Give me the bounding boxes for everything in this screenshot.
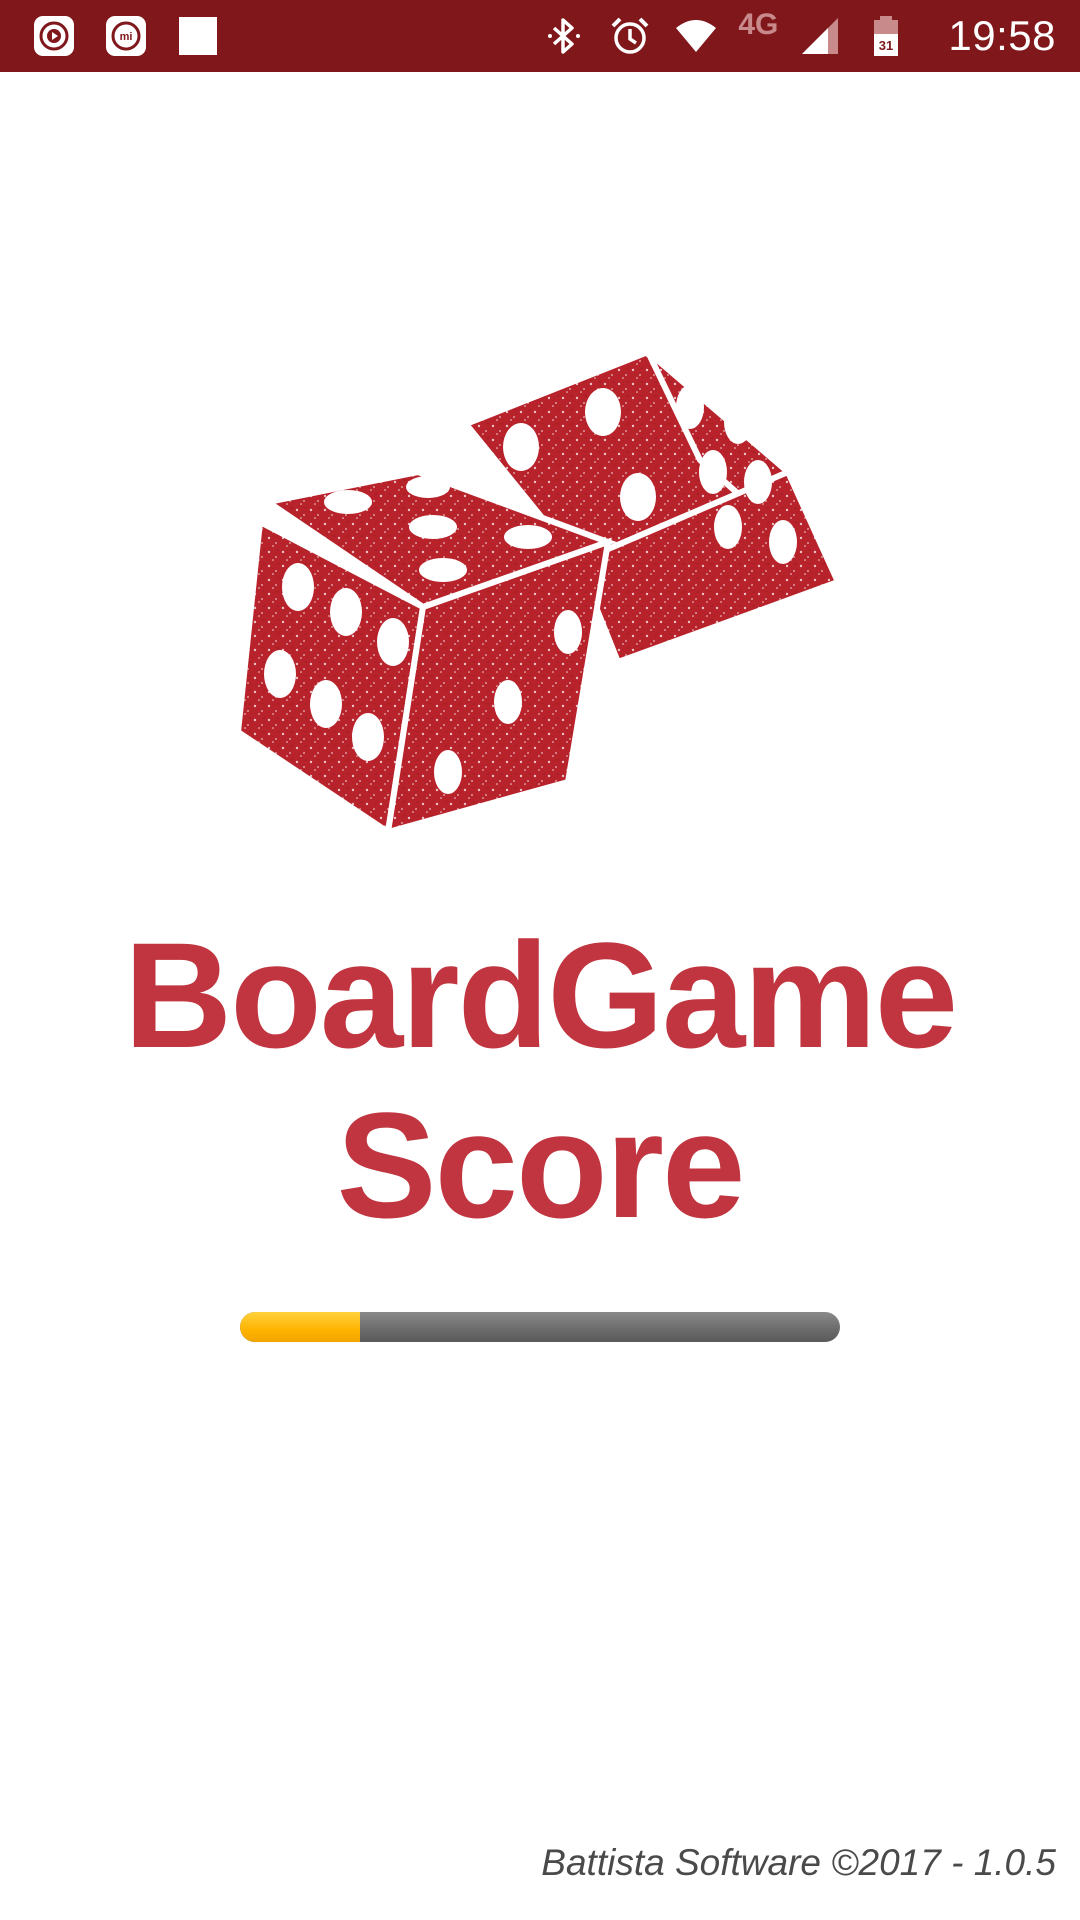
copyright-footer: Battista Software ©2017 - 1.0.5 bbox=[541, 1842, 1056, 1883]
app-title-line1: BoardGame bbox=[123, 911, 958, 1079]
media-player-icon bbox=[30, 12, 78, 60]
status-bar: mi 4G 31 19:58 bbox=[0, 0, 1080, 72]
battery-icon: 31 bbox=[862, 12, 910, 60]
status-bar-system: 4G 31 19:58 bbox=[540, 0, 1056, 72]
loading-progress-bar bbox=[240, 1312, 840, 1342]
svg-text:mi: mi bbox=[120, 31, 133, 43]
dice-icon bbox=[234, 348, 843, 838]
front-die bbox=[234, 468, 617, 838]
splash-screen: BoardGame Score Battista Software ©2017 … bbox=[0, 72, 1080, 1920]
alarm-icon bbox=[606, 12, 654, 60]
network-type-label: 4G bbox=[738, 8, 779, 41]
app-title-line2: Score bbox=[336, 1081, 746, 1249]
status-bar-notifications: mi bbox=[30, 12, 222, 60]
bluetooth-icon bbox=[540, 12, 588, 60]
battery-level-text: 31 bbox=[879, 38, 893, 53]
loading-progress-fill bbox=[240, 1312, 360, 1342]
mi-app-icon: mi bbox=[102, 12, 150, 60]
wifi-icon bbox=[672, 12, 720, 60]
status-clock: 19:58 bbox=[948, 12, 1056, 59]
cellular-signal-icon bbox=[796, 12, 844, 60]
blank-notification-icon bbox=[174, 12, 222, 60]
